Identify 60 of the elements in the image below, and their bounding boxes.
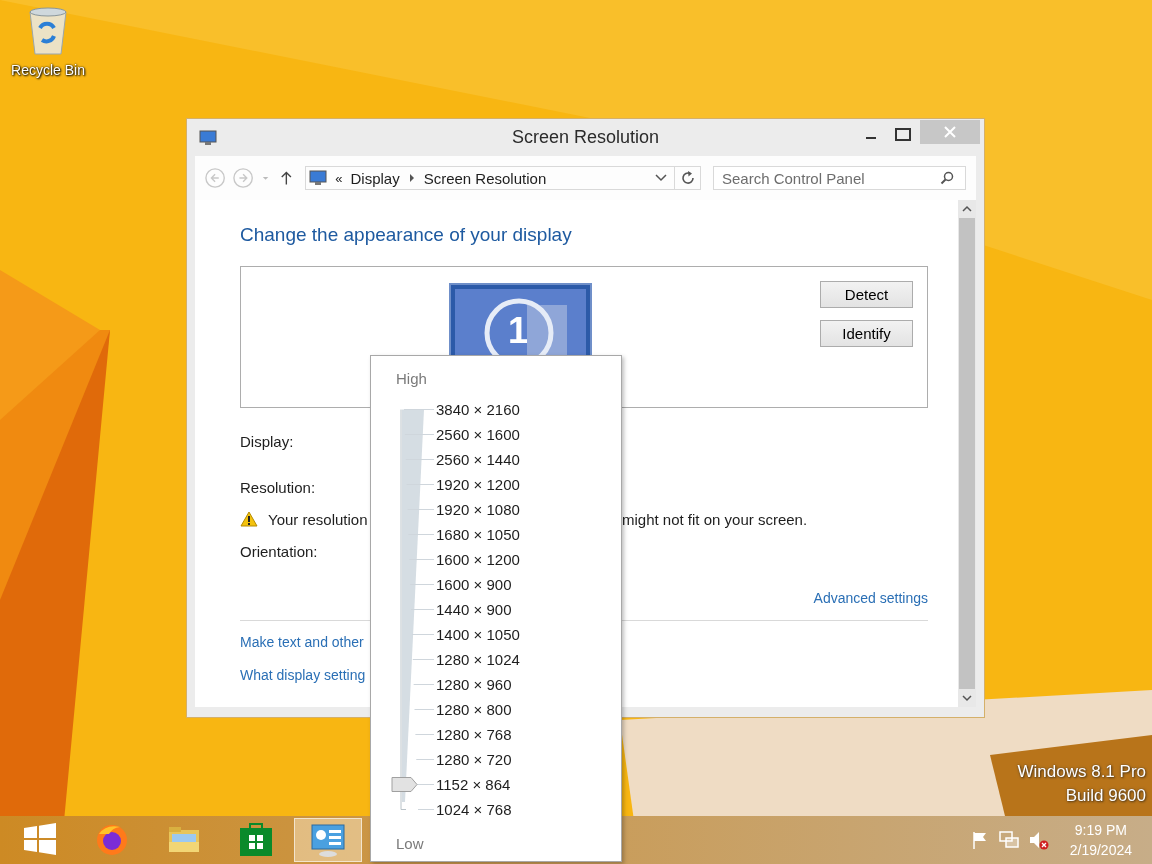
overflow-chevron[interactable]: « — [335, 170, 343, 186]
scroll-thumb[interactable] — [959, 218, 975, 689]
resolution-option[interactable]: 1152 × 864 — [436, 776, 511, 793]
speaker-muted-icon[interactable] — [1027, 830, 1050, 850]
fox-globe-icon — [94, 822, 130, 858]
action-button[interactable]: Detect — [820, 281, 913, 308]
refresh-button[interactable] — [675, 166, 701, 190]
resolution-option[interactable]: 1440 × 900 — [436, 601, 512, 618]
page-heading: Change the appearance of your display — [240, 224, 573, 247]
breadcrumb[interactable]: Display — [350, 169, 400, 187]
resolution-option[interactable]: 1280 × 800 — [436, 701, 512, 718]
close-icon — [944, 126, 956, 138]
control-panel-icon — [310, 822, 346, 858]
taskbar-button[interactable] — [294, 818, 362, 862]
resolution-option[interactable]: 1280 × 768 — [436, 726, 512, 743]
resolution-option[interactable]: 1920 × 1200 — [436, 476, 520, 493]
slider-end-label: High — [396, 370, 428, 389]
help-link[interactable]: Make text and other — [240, 634, 364, 650]
resolution-option[interactable]: 1280 × 1024 — [436, 651, 520, 668]
shopping-bag-icon — [238, 822, 274, 858]
warning-icon — [240, 511, 258, 527]
slider-end-label: Low — [396, 835, 425, 854]
monitor-icon — [199, 129, 217, 146]
warning-text: Your resolution — [268, 510, 368, 528]
slider-track[interactable] — [400, 409, 435, 810]
resolution-option[interactable]: 2560 × 1600 — [436, 426, 520, 443]
breadcrumb[interactable]: Screen Resolution — [423, 169, 547, 187]
resolution-option[interactable]: 1280 × 960 — [436, 676, 512, 693]
monitor-icon — [309, 170, 328, 186]
window-title: Screen Resolution — [511, 127, 660, 148]
breadcrumb-arrow-icon[interactable] — [407, 173, 416, 183]
slider-thumb[interactable] — [391, 777, 418, 792]
field-label: Display: — [240, 432, 294, 450]
resolution-option[interactable]: 1600 × 900 — [436, 576, 512, 593]
help-link[interactable]: What display setting — [240, 667, 366, 683]
chevron-down-icon[interactable] — [654, 173, 669, 183]
network-icon[interactable] — [997, 830, 1020, 850]
search-field[interactable]: Search Control Panel — [713, 166, 966, 190]
scrollbar[interactable] — [958, 200, 976, 707]
resolution-option[interactable]: 3840 × 2160 — [436, 401, 520, 418]
resolution-option[interactable]: 1600 × 1200 — [436, 551, 520, 568]
edition-text: Build 9600 — [1065, 786, 1146, 806]
clock-date: 2/19/2024 — [1069, 842, 1132, 858]
resolution-option[interactable]: 1280 × 720 — [436, 751, 512, 768]
resolution-option[interactable]: 2560 × 1440 — [436, 451, 520, 468]
field-label: Orientation: — [240, 542, 318, 560]
clock-time: 9:19 PM — [1074, 822, 1127, 838]
address-bar[interactable]: « Display Screen Resolution — [305, 166, 676, 190]
search-icon[interactable] — [940, 171, 954, 185]
windows-logo-icon — [22, 822, 58, 858]
action-button[interactable]: Identify — [820, 320, 913, 347]
resolution-option[interactable]: 1680 × 1050 — [436, 526, 520, 543]
monitor-number: 1 — [508, 310, 529, 352]
resolution-option[interactable]: 1920 × 1080 — [436, 501, 520, 518]
resolution-option[interactable]: 1400 × 1050 — [436, 626, 520, 643]
warning-text: might not fit on your screen. — [622, 510, 808, 528]
field-label: Resolution: — [240, 478, 316, 496]
resolution-option[interactable]: 1024 × 768 — [436, 801, 512, 818]
advanced-settings-link[interactable]: Advanced settings — [813, 590, 928, 606]
edition-text: Windows 8.1 Pro — [1017, 762, 1146, 782]
